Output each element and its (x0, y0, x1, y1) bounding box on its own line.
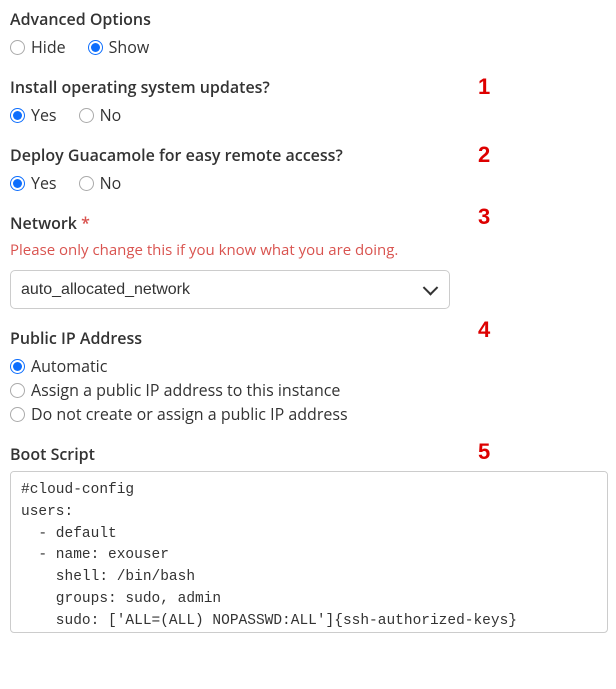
radio-guac-no-label: No (100, 172, 122, 194)
radio-pip-none[interactable] (10, 407, 25, 422)
public-ip-section: 4 Public IP Address Automatic Assign a p… (10, 327, 606, 425)
annotation-4: 4 (478, 317, 490, 343)
radio-show[interactable] (88, 40, 103, 55)
network-heading: Network * (10, 212, 606, 234)
install-updates-section: 1 Install operating system updates? Yes … (10, 76, 606, 126)
radio-show-label: Show (109, 36, 150, 58)
advanced-options-section: Advanced Options Hide Show (10, 8, 606, 58)
radio-updates-yes[interactable] (10, 108, 25, 123)
network-select[interactable]: auto_allocated_network (10, 270, 450, 309)
network-title-text: Network (10, 212, 81, 234)
network-section: 3 Network * Please only change this if y… (10, 212, 606, 309)
deploy-guacamole-heading: Deploy Guacamole for easy remote access? (10, 144, 606, 166)
advanced-options-radios: Hide Show (10, 36, 606, 58)
radio-hide[interactable] (10, 40, 25, 55)
boot-script-section: 5 Boot Script (10, 443, 606, 633)
radio-guac-yes[interactable] (10, 176, 25, 191)
advanced-options-heading: Advanced Options (10, 8, 606, 30)
radio-pip-assign-label: Assign a public IP address to this insta… (31, 379, 340, 401)
annotation-1: 1 (478, 74, 490, 100)
radio-guac-no[interactable] (79, 176, 94, 191)
radio-updates-no-label: No (100, 104, 122, 126)
radio-pip-assign[interactable] (10, 383, 25, 398)
network-required-mark: * (81, 212, 90, 234)
boot-script-heading: Boot Script (10, 443, 606, 465)
network-warning: Please only change this if you know what… (10, 240, 606, 260)
boot-script-textarea[interactable] (11, 472, 607, 627)
boot-script-wrap (10, 471, 608, 633)
radio-pip-auto-label: Automatic (31, 355, 107, 377)
public-ip-heading: Public IP Address (10, 327, 606, 349)
annotation-2: 2 (478, 142, 490, 168)
radio-hide-label: Hide (31, 36, 66, 58)
deploy-guacamole-radios: Yes No (10, 172, 606, 194)
public-ip-radios: Automatic Assign a public IP address to … (10, 355, 606, 425)
radio-updates-no[interactable] (79, 108, 94, 123)
annotation-5: 5 (478, 439, 490, 465)
deploy-guacamole-section: 2 Deploy Guacamole for easy remote acces… (10, 144, 606, 194)
install-updates-heading: Install operating system updates? (10, 76, 606, 98)
radio-updates-yes-label: Yes (31, 104, 57, 126)
annotation-3: 3 (478, 204, 490, 230)
radio-guac-yes-label: Yes (31, 172, 57, 194)
radio-pip-none-label: Do not create or assign a public IP addr… (31, 403, 348, 425)
radio-pip-auto[interactable] (10, 359, 25, 374)
network-select-wrap: auto_allocated_network (10, 270, 450, 309)
install-updates-radios: Yes No (10, 104, 606, 126)
